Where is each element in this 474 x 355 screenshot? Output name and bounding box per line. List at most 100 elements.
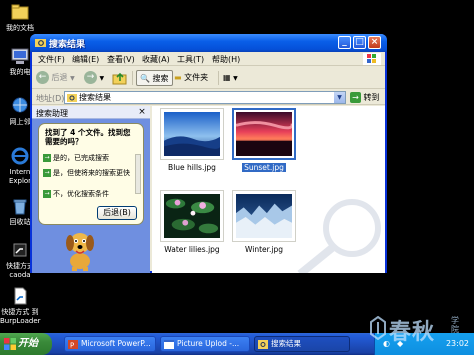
go-label: 转到 — [363, 93, 380, 102]
folders-label: 文件夹 — [184, 73, 209, 82]
svg-text:P: P — [70, 342, 74, 350]
sunset-thumbnail — [235, 112, 294, 156]
up-folder-button[interactable] — [112, 70, 128, 86]
start-button[interactable]: 开始 — [0, 333, 52, 355]
views-button[interactable]: ▦ ▼ — [223, 70, 238, 86]
search-folder-icon — [67, 94, 77, 102]
pane-title: 搜索助理 — [36, 109, 68, 118]
network-icon — [12, 97, 28, 113]
water-lilies-thumbnail — [164, 194, 220, 238]
option-faster[interactable]: → 是，但使将来的搜索更快 — [43, 169, 135, 177]
minimize-button[interactable]: _ — [338, 36, 351, 49]
menu-bar: 文件(F) 编辑(E) 查看(V) 收藏(A) 工具(T) 帮助(H) — [32, 52, 385, 66]
go-arrow-icon: → — [350, 92, 361, 103]
search-label: 搜索 — [152, 74, 169, 83]
search-folder-icon — [258, 340, 268, 349]
powerpoint-icon: P — [68, 340, 78, 349]
go-button[interactable]: → 转到 — [350, 91, 380, 104]
back-arrow-icon: ← — [36, 71, 49, 84]
option-done[interactable]: → 是的，已完成搜索 — [43, 154, 135, 162]
address-field[interactable]: 搜索结果 ▼ — [64, 91, 346, 104]
thumbnail-frame — [160, 108, 224, 160]
arrow-right-icon: → — [43, 190, 51, 198]
browser-window-icon — [164, 340, 174, 349]
task-picture-upload[interactable]: Picture Uplod -... — [160, 336, 250, 352]
start-label: 开始 — [18, 338, 38, 349]
forward-button[interactable]: → ▼ — [84, 70, 104, 86]
chevron-down-icon: ▼ — [233, 75, 238, 82]
shortcut-icon — [13, 243, 27, 257]
winter-thumbnail — [236, 194, 292, 238]
chevron-down-icon: ▼ — [99, 75, 105, 82]
assistant-question: 找到了 4 个文件。找到您需要的吗？ — [45, 128, 131, 146]
menu-file[interactable]: 文件(F) — [38, 54, 65, 65]
thumbnail-frame — [232, 108, 296, 160]
search-companion-pane: 搜索助理 × 找到了 4 个文件。找到您需要的吗？ → 是的，已完成搜索 → 是… — [32, 106, 150, 273]
file-name: Sunset.jpg — [242, 163, 286, 172]
brand-text: 春秋 — [389, 320, 436, 345]
brand-watermark: 春秋 学院 — [365, 312, 474, 352]
task-label: 搜索结果 — [271, 339, 301, 348]
folder-icon: ▬ — [174, 73, 182, 82]
computer-icon — [11, 48, 29, 64]
file-item-winter[interactable]: Winter.jpg — [229, 190, 299, 254]
desktop-icon-shortcut-burploader[interactable]: 快捷方式 到 BurpLoader — [0, 286, 41, 326]
file-list: Blue hills.jpg Sunset.jpg Water lilies.j… — [152, 106, 385, 273]
desktop-icon-my-documents[interactable]: 我的文档 — [0, 2, 40, 33]
search-dog-icon[interactable] — [60, 225, 100, 271]
menu-favorites[interactable]: 收藏(A) — [142, 54, 170, 65]
recycle-bin-icon — [13, 199, 27, 215]
toolbar-separator — [218, 71, 219, 85]
menu-tools[interactable]: 工具(T) — [177, 54, 204, 65]
back-button-pane[interactable]: 后退(B) — [97, 206, 137, 220]
back-button[interactable]: ← 后退 ▼ — [36, 70, 75, 86]
views-icon: ▦ — [223, 73, 231, 82]
title-bar[interactable]: 搜索结果 _ □ × — [30, 34, 387, 52]
windows-logo-icon — [363, 53, 381, 65]
file-item-blue-hills[interactable]: Blue hills.jpg — [157, 108, 227, 172]
pane-scrollbar[interactable] — [135, 154, 141, 194]
brand-logo-icon — [370, 316, 386, 340]
menu-help[interactable]: 帮助(H) — [212, 54, 240, 65]
task-label: Microsoft PowerP... — [81, 339, 151, 348]
close-button[interactable]: × — [368, 36, 381, 49]
option-refine[interactable]: → 不，优化搜索条件 — [43, 190, 135, 198]
brand-subtext: 学院 — [451, 316, 459, 334]
thumbnail-frame — [160, 190, 224, 242]
windows-flag-icon — [4, 338, 16, 350]
pane-header: 搜索助理 × — [32, 106, 150, 119]
close-icon[interactable]: × — [137, 107, 147, 117]
ie-icon — [11, 147, 29, 165]
search-results-window: 搜索结果 _ □ × 文件(F) 编辑(E) 查看(V) 收藏(A) 工具(T)… — [30, 34, 387, 273]
option-label: 不，优化搜索条件 — [53, 190, 109, 198]
chevron-down-icon[interactable]: ▼ — [334, 92, 345, 103]
file-name: Blue hills.jpg — [168, 163, 216, 172]
desktop-icon-label: 我的文档 — [6, 24, 34, 32]
search-icon: 🔍 — [140, 74, 150, 83]
file-item-water-lilies[interactable]: Water lilies.jpg — [157, 190, 227, 254]
maximize-button[interactable]: □ — [353, 36, 366, 49]
search-folder-icon — [35, 39, 46, 47]
address-bar: 地址(D) 搜索结果 ▼ → 转到 — [32, 90, 385, 105]
task-search-results[interactable]: 搜索结果 — [254, 336, 350, 352]
option-label: 是，但使将来的搜索更快 — [53, 169, 130, 177]
file-name: Water lilies.jpg — [164, 245, 220, 254]
file-item-sunset[interactable]: Sunset.jpg — [229, 108, 299, 172]
search-button[interactable]: 🔍 搜索 — [136, 70, 173, 86]
blue-hills-thumbnail — [164, 112, 221, 156]
assistant-bubble: 找到了 4 个文件。找到您需要的吗？ → 是的，已完成搜索 → 是，但使将来的搜… — [38, 123, 144, 225]
menu-view[interactable]: 查看(V) — [107, 54, 135, 65]
toolbar-separator — [132, 71, 133, 85]
folders-button[interactable]: ▬ 文件夹 — [174, 70, 208, 86]
file-name: Winter.jpg — [244, 245, 284, 254]
option-label: 是的，已完成搜索 — [53, 154, 109, 162]
chevron-down-icon: ▼ — [70, 75, 75, 82]
task-label: Picture Uplod -... — [177, 339, 240, 348]
back-label: 后退 — [51, 73, 68, 82]
window-title: 搜索结果 — [49, 40, 86, 50]
menu-edit[interactable]: 编辑(E) — [72, 54, 99, 65]
desktop-icon-label: 快捷方式 到 — [1, 308, 39, 316]
arrow-right-icon: → — [43, 169, 51, 177]
forward-arrow-icon: → — [84, 71, 97, 84]
task-powerpoint[interactable]: P Microsoft PowerP... — [64, 336, 156, 352]
